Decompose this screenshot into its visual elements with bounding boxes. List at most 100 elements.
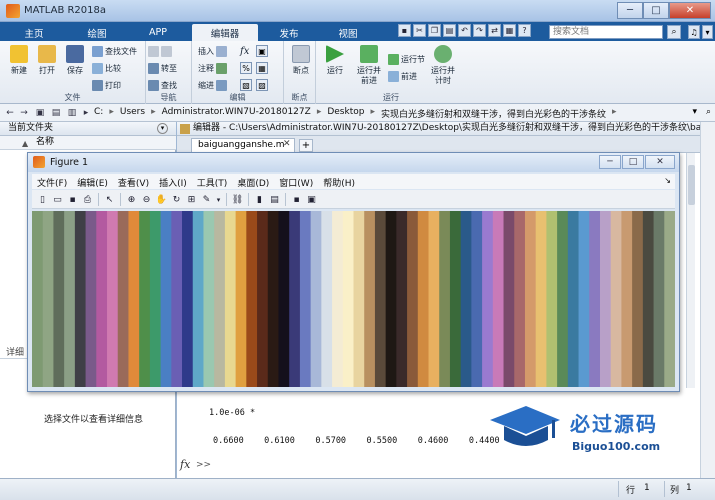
run-advance-button[interactable]: 运行并 前进 [352,45,386,86]
column-header-name[interactable]: ▲ 名称 [0,136,176,150]
menu-dock-icon[interactable]: ↘ [664,176,671,185]
run-section-button[interactable]: 运行节 [388,53,425,65]
tab-view[interactable]: 视图 [322,24,374,41]
qat-copy-icon[interactable]: ❐ [428,24,441,37]
edit-tool-icon-3[interactable]: ▧ [240,79,252,91]
zoom-in-icon[interactable]: ⊕ [125,193,138,206]
open-file-icon[interactable]: ▭ [51,193,64,206]
brush-dropdown-icon[interactable]: ▾ [212,193,225,206]
menu-insert[interactable]: 插入(I) [154,174,192,189]
advance-button[interactable]: 前进 [388,70,417,82]
data-cursor-icon[interactable]: ⊞ [185,193,198,206]
insert-button[interactable]: 插入 [198,45,227,57]
edit-tool-icon-4[interactable]: ▨ [256,79,268,91]
editor-file-tab[interactable]: baiguangganshe.m [191,138,295,153]
maximize-button[interactable]: □ [643,2,669,19]
edit-tool-icon-1[interactable]: ▣ [256,45,268,57]
menu-window[interactable]: 窗口(W) [274,174,318,189]
link-plot-icon[interactable]: ⛓ [231,193,244,206]
menu-desktop[interactable]: 桌面(D) [232,174,274,189]
browse-folder-icon[interactable]: ▤ [50,107,62,119]
expand-icon[interactable]: ▾ [702,25,713,39]
qat-paste-icon[interactable]: ▤ [443,24,456,37]
close-button[interactable]: ✕ [669,2,711,19]
back-arrow-icon[interactable]: ← [4,107,16,119]
print-figure-icon[interactable]: ⎙ [81,193,94,206]
figure-maximize-button[interactable]: □ [622,155,644,169]
right-scrollbar[interactable] [700,122,715,488]
qat-cut-icon[interactable]: ✂ [413,24,426,37]
new-figure-icon[interactable]: ▯ [36,193,49,206]
breadcrumb-folder[interactable]: 实现白光多缝衍射和双缝干涉，得到白光彩色的干涉条纹 [381,107,606,120]
address-dropdown-icon[interactable]: ▾ [692,107,697,117]
search-input[interactable]: 搜索文档 [549,25,663,39]
pan-icon[interactable]: ✋ [155,193,168,206]
forward-arrow-icon[interactable]: → [18,107,30,119]
figure-plot-area[interactable] [32,211,675,387]
menu-view[interactable]: 查看(V) [113,174,154,189]
qat-save-icon[interactable]: ▪ [398,24,411,37]
menu-tools[interactable]: 工具(T) [192,174,233,189]
fx-button[interactable]: fx [240,45,249,57]
colorbar-icon[interactable]: ▮ [253,193,266,206]
fringe-stripe [621,211,633,387]
tab-home[interactable]: 主页 [8,24,60,41]
compare-button[interactable]: 比较 [92,62,121,74]
comment-button[interactable]: 注释 [198,62,227,74]
minimize-button[interactable]: ─ [617,2,643,19]
print-button[interactable]: 打印 [92,79,121,91]
tab-publish[interactable]: 发布 [266,24,312,41]
run-button[interactable]: 运行 [318,45,352,76]
breadcrumb-desktop[interactable]: Desktop [327,107,364,120]
bell-icon[interactable]: ♫ [688,25,700,39]
hide-plot-tools-icon[interactable]: ▪ [290,193,303,206]
add-tab-button[interactable]: + [299,139,313,152]
tab-apps[interactable]: APP [134,24,182,41]
goto-button[interactable]: 转至 [148,62,177,74]
breadcrumb-user[interactable]: Administrator.WIN7U-20180127Z [162,107,311,120]
editor-tab-close-icon[interactable]: ✕ [283,139,291,149]
menu-edit[interactable]: 编辑(E) [72,174,113,189]
qat-switch-icon[interactable]: ⇄ [488,24,501,37]
fringe-stripe [353,211,365,387]
fx-icon[interactable]: fx [180,458,190,471]
ribbon-section-navigate: 转至 查找 导航 [146,41,192,104]
legend-icon[interactable]: ▤ [268,193,281,206]
menu-file[interactable]: 文件(F) [32,174,72,189]
qat-redo-icon[interactable]: ↷ [473,24,486,37]
figure-close-button[interactable]: ✕ [645,155,675,169]
folder-up-icon[interactable]: ▣ [34,107,46,119]
menu-help[interactable]: 帮助(H) [318,174,360,189]
find-files-button[interactable]: 查找文件 [92,45,137,57]
breadcrumb-drive[interactable]: C: [94,107,103,120]
qat-layout-icon[interactable]: ▦ [503,24,516,37]
figure-minimize-button[interactable]: ─ [599,155,621,169]
nav-back-forward[interactable] [148,45,172,57]
address-search-icon[interactable]: ⌕ [706,107,711,117]
zoom-out-icon[interactable]: ⊖ [140,193,153,206]
command-prompt[interactable]: >> [196,460,211,470]
run-time-button[interactable]: 运行并 计时 [426,45,460,86]
indent-button[interactable]: 缩进 [198,79,227,91]
qat-help-icon[interactable]: ? [518,24,531,37]
tab-plots[interactable]: 绘图 [70,24,124,41]
search-icon[interactable]: ⌕ [667,25,681,39]
breadcrumb[interactable]: C: ▸ Users ▸ Administrator.WIN7U-20180127Z… [94,107,617,120]
tab-editor[interactable]: 编辑器 [192,24,258,41]
figure-window[interactable]: Figure 1 ─ □ ✕ 文件(F) 编辑(E) 查看(V) 插入(I) 工… [27,152,680,392]
find-button[interactable]: 查找 [148,79,177,91]
rotate-icon[interactable]: ↻ [170,193,183,206]
breadcrumb-users[interactable]: Users [120,107,145,120]
edit-tool-icon-2[interactable]: ▦ [256,62,268,74]
percent-icon[interactable]: % [240,62,252,74]
folder-icon[interactable]: ▥ [66,107,78,119]
save-button[interactable]: 保存 [58,45,92,76]
qat-undo-icon[interactable]: ↶ [458,24,471,37]
show-plot-tools-icon[interactable]: ▣ [305,193,318,206]
figure-title-bar[interactable]: Figure 1 ─ □ ✕ [28,153,679,172]
command-window[interactable]: 1.0e-06 * 0.6600 0.6100 0.5700 0.5500 0.… [177,388,715,488]
save-figure-icon[interactable]: ▪ [66,193,79,206]
panel-options-icon[interactable]: ▾ [157,123,168,134]
breakpoints-button[interactable]: 断点 [284,45,318,76]
pointer-icon[interactable]: ↖ [103,193,116,206]
